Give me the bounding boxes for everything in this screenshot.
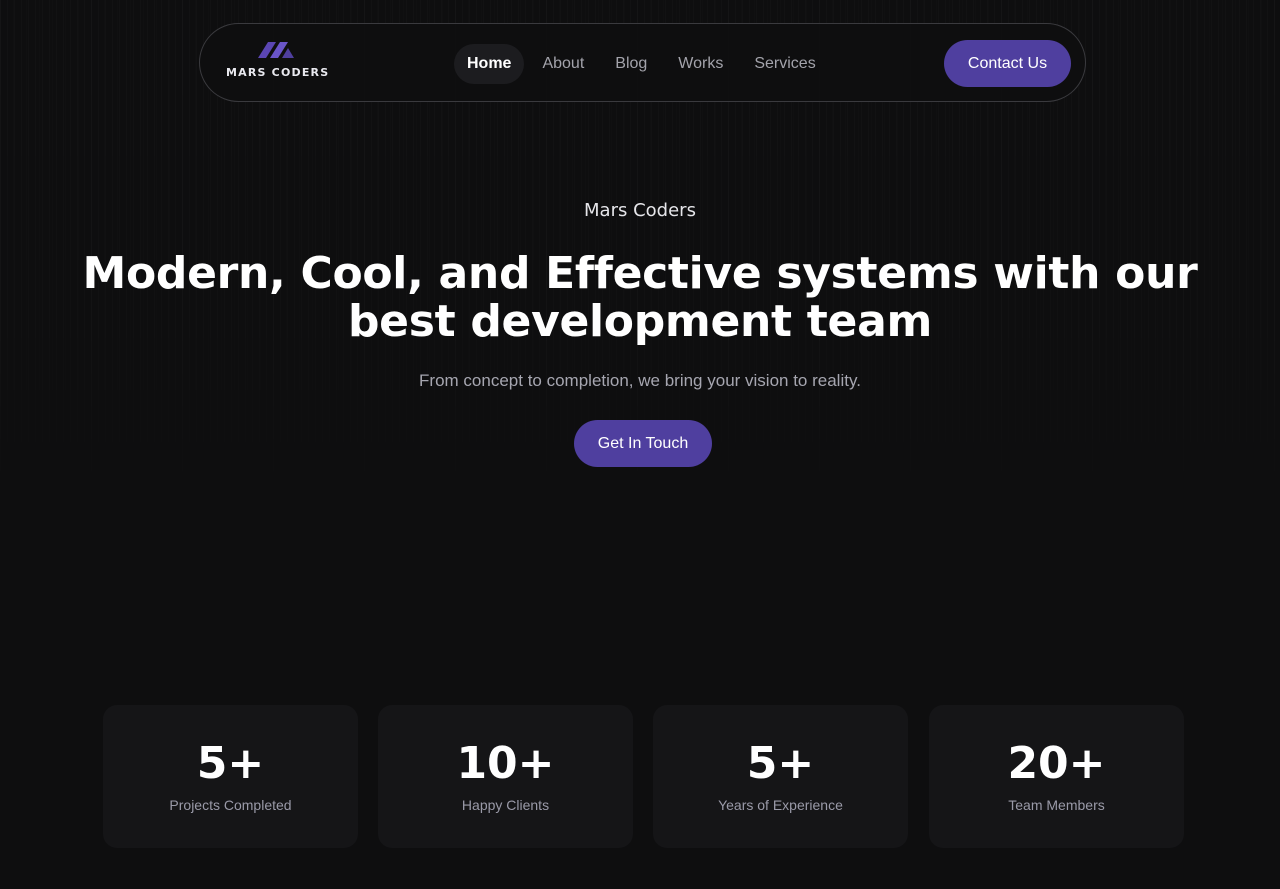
nav-home[interactable]: Home — [454, 44, 525, 84]
contact-us-button[interactable]: Contact Us — [944, 40, 1071, 87]
navbar: MARS CODERS Home About Blog Works Servic… — [199, 23, 1086, 102]
stat-card-experience: 5+ Years of Experience — [653, 705, 908, 848]
nav-about[interactable]: About — [529, 44, 597, 84]
stat-value: 20+ — [1007, 738, 1106, 789]
hero-subtitle: From concept to completion, we bring you… — [419, 371, 861, 390]
brand-name: MARS CODERS — [226, 66, 330, 79]
stat-value: 5+ — [746, 738, 815, 789]
hero-eyebrow: Mars Coders — [584, 200, 696, 221]
stat-label: Team Members — [1008, 797, 1105, 813]
nav-links: Home About Blog Works Services — [454, 43, 834, 85]
stat-card-clients: 10+ Happy Clients — [378, 705, 633, 848]
nav-blog[interactable]: Blog — [602, 44, 660, 84]
page: MARS CODERS Home About Blog Works Servic… — [0, 0, 1280, 889]
stat-value: 10+ — [456, 738, 555, 789]
nav-services[interactable]: Services — [741, 44, 828, 84]
nav-works[interactable]: Works — [665, 44, 736, 84]
get-in-touch-button[interactable]: Get In Touch — [574, 420, 712, 467]
stat-label: Years of Experience — [718, 797, 843, 813]
stat-card-team: 20+ Team Members — [929, 705, 1184, 848]
mars-coders-logo-icon — [258, 42, 294, 58]
stat-label: Happy Clients — [461, 797, 550, 813]
stat-card-projects: 5+ Projects Completed — [103, 705, 358, 848]
hero-title: Modern, Cool, and Effective systems with… — [82, 248, 1198, 347]
stat-label: Projects Completed — [169, 797, 292, 813]
brand-logo[interactable]: MARS CODERS — [226, 38, 336, 88]
stats-section: 5+ Projects Completed 10+ Happy Clients … — [103, 705, 1185, 848]
stat-value: 5+ — [196, 738, 265, 789]
